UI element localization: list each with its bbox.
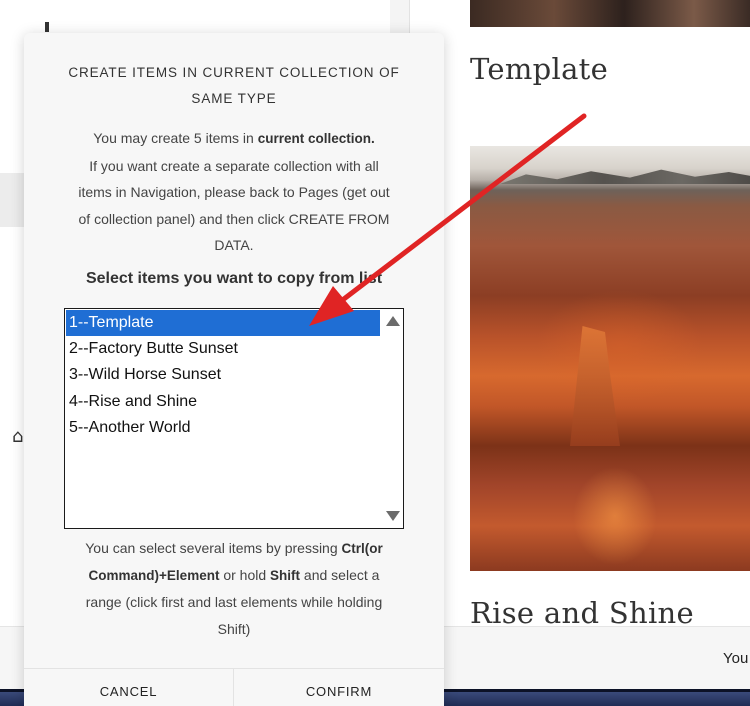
- dialog-title-line2: SAME TYPE: [191, 91, 277, 106]
- top-photo: [470, 0, 750, 27]
- scroll-up-icon[interactable]: [386, 316, 400, 326]
- page-title: Template: [470, 52, 609, 86]
- list-item[interactable]: 4--Rise and Shine: [66, 389, 380, 415]
- cancel-button[interactable]: CANCEL: [24, 669, 234, 706]
- home-icon[interactable]: ⌂: [12, 426, 23, 447]
- list-item[interactable]: 2--Factory Butte Sunset: [66, 336, 380, 362]
- section-title: Rise and Shine: [470, 596, 694, 630]
- hint-line2: Command)+Element or hold Shift and selec…: [64, 562, 404, 589]
- desc-line1-text: You may create 5 items in: [93, 130, 258, 146]
- hint-text1: You can select several items by pressing: [85, 540, 342, 556]
- scroll-down-icon[interactable]: [386, 511, 400, 521]
- bottom-bar-text: You: [723, 650, 749, 667]
- listbox-scrollbar[interactable]: [381, 309, 403, 528]
- list-item[interactable]: 1--Template: [66, 310, 380, 336]
- desc-line3: items in Navigation, please back to Page…: [78, 184, 390, 200]
- items-listbox[interactable]: 1--Template 2--Factory Butte Sunset 3--W…: [64, 308, 404, 529]
- hint-key-command: Command)+Element: [88, 568, 220, 583]
- dialog-footer: CANCEL CONFIRM: [24, 668, 444, 706]
- list-item[interactable]: 5--Another World: [66, 415, 380, 441]
- hero-photo: [470, 146, 750, 571]
- desc-line1: You may create 5 items in current collec…: [54, 125, 414, 153]
- hint-key-ctrl: Ctrl(or: [341, 541, 383, 556]
- page-preview: Template Rise and Shine: [410, 0, 750, 706]
- hint-text3: and select a: [300, 567, 380, 583]
- create-items-dialog: CREATE ITEMS IN CURRENT COLLECTION OF SA…: [24, 33, 444, 706]
- hint-key-shift: Shift: [270, 568, 301, 583]
- selection-hint: You can select several items by pressing…: [64, 535, 404, 643]
- dialog-description: You may create 5 items in current collec…: [54, 125, 414, 259]
- hint-text2: or hold: [219, 567, 271, 583]
- confirm-button[interactable]: CONFIRM: [234, 669, 444, 706]
- desc-line2: If you want create a separate collection…: [89, 157, 379, 174]
- desc-line4: of collection panel) and then click CREA…: [78, 210, 390, 227]
- hint-line3: range (click first and last elements whi…: [85, 594, 383, 610]
- panel-top-icon: [45, 22, 49, 32]
- dialog-title: CREATE ITEMS IN CURRENT COLLECTION OF SA…: [24, 60, 444, 112]
- dialog-title-line1: CREATE ITEMS IN CURRENT COLLECTION OF: [68, 65, 400, 80]
- desc-line5: DATA.: [214, 237, 254, 253]
- list-heading: Select items you want to copy from list: [85, 270, 383, 287]
- hint-line4: Shift): [217, 621, 251, 637]
- hint-line1: You can select several items by pressing…: [64, 535, 404, 562]
- list-item[interactable]: 3--Wild Horse Sunset: [66, 362, 380, 388]
- desc-line1-bold: current collection.: [257, 131, 375, 146]
